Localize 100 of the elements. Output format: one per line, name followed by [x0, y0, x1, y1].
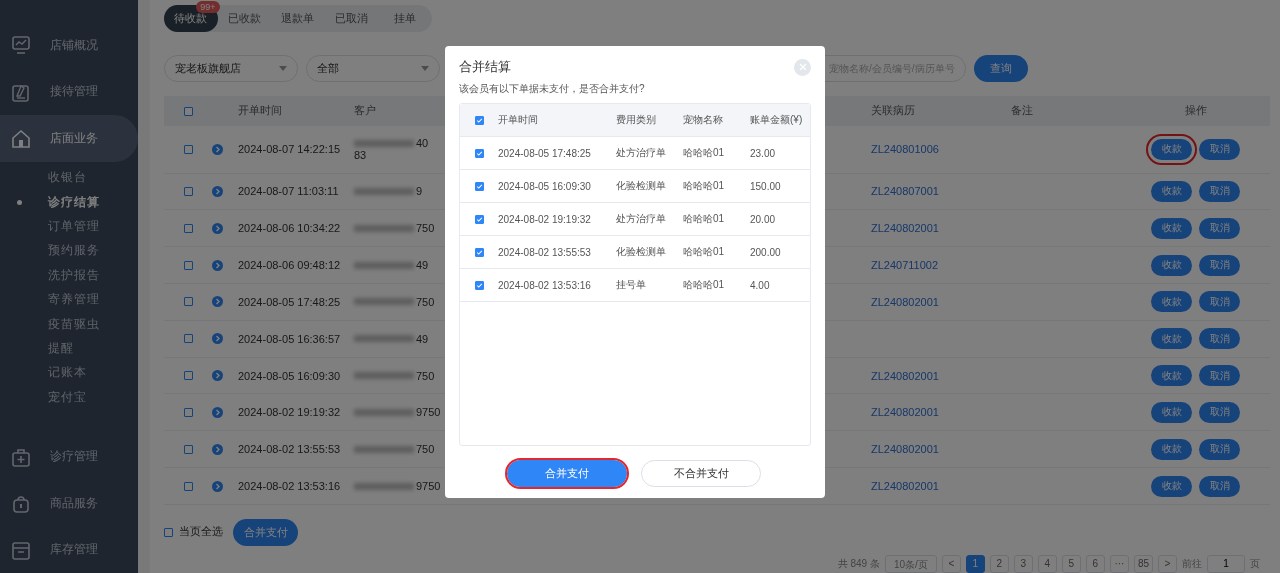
submenu-item[interactable]: 寄养管理 [0, 287, 138, 312]
cancel-button[interactable]: 取消 [1199, 328, 1240, 350]
page-button[interactable]: 85 [1133, 554, 1153, 573]
checkbox[interactable] [184, 186, 193, 196]
submenu-item[interactable]: 宠付宝 [0, 385, 138, 410]
cancel-button[interactable]: 取消 [1199, 401, 1240, 423]
expand-icon[interactable] [212, 296, 223, 308]
checkbox[interactable] [184, 260, 193, 270]
checkbox[interactable] [164, 527, 173, 537]
sidebar-item[interactable]: 店铺概况 [0, 22, 138, 69]
merge-pay-button[interactable]: 合并支付 [507, 460, 627, 487]
collect-button[interactable]: 收款 [1151, 401, 1192, 423]
submenu-item[interactable]: 收银台 [0, 165, 138, 190]
previous-page-button[interactable]: < [941, 554, 961, 573]
next-page-button[interactable]: > [1158, 554, 1177, 573]
submenu-item[interactable]: 记账本 [0, 360, 138, 386]
tab[interactable]: 已收款 [217, 5, 272, 32]
record-link[interactable]: ZL240802001 [871, 222, 939, 235]
collect-button[interactable]: 收款 [1151, 254, 1192, 276]
checkbox[interactable] [184, 106, 193, 116]
submenu-item[interactable]: 疫苗驱虫 [0, 311, 138, 337]
page-button[interactable]: 3 [1013, 554, 1033, 573]
checkbox[interactable] [474, 148, 484, 158]
checkbox[interactable] [474, 115, 484, 125]
checkbox[interactable] [474, 214, 484, 224]
page-button[interactable]: 1 [965, 554, 985, 573]
checkbox[interactable] [184, 144, 193, 154]
checkbox[interactable] [184, 444, 193, 454]
expand-icon[interactable] [212, 333, 223, 345]
tab[interactable]: 挂单 [378, 5, 432, 32]
table-cell: 49 [416, 332, 429, 345]
cancel-button[interactable]: 取消 [1199, 138, 1240, 160]
submenu-item[interactable]: 订单管理 [0, 214, 138, 239]
expand-icon[interactable] [212, 370, 223, 382]
expand-icon[interactable] [212, 480, 223, 492]
record-link[interactable]: ZL240802001 [871, 480, 939, 493]
cancel-button[interactable]: 取消 [1199, 291, 1240, 313]
table-cell: 2024-08-06 10:34:22 [238, 222, 341, 235]
sidebar-item[interactable]: 店面业务 [0, 115, 138, 162]
checkbox[interactable] [184, 481, 193, 491]
cancel-button[interactable]: 取消 [1199, 365, 1240, 387]
submenu-item[interactable]: 预约服务 [0, 238, 138, 264]
page-button[interactable]: 6 [1085, 554, 1105, 573]
cancel-button[interactable]: 取消 [1199, 475, 1240, 497]
record-link[interactable]: ZL240807001 [871, 185, 939, 198]
expand-icon[interactable] [212, 222, 223, 234]
table-cell: 2024-08-05 16:36:57 [238, 332, 341, 345]
record-link[interactable]: ZL240802001 [871, 369, 939, 382]
sidebar-item[interactable]: 库存管理 [0, 526, 138, 573]
collect-button[interactable]: 收款 [1151, 217, 1192, 239]
no-merge-button[interactable]: 不合并支付 [641, 460, 761, 487]
collect-button[interactable]: 收款 [1151, 438, 1192, 460]
checkbox[interactable] [474, 280, 484, 290]
count-badge: 99+ [196, 1, 220, 13]
page-button[interactable]: 4 [1037, 554, 1057, 573]
table-cell: 2024-08-02 13:55:53 [498, 246, 591, 258]
cancel-button[interactable]: 取消 [1199, 217, 1240, 239]
collect-button[interactable]: 收款 [1151, 475, 1192, 497]
page-button[interactable]: ··· [1109, 554, 1129, 573]
collect-button[interactable]: 收款 [1151, 328, 1192, 350]
submenu-item[interactable]: 洗护报告 [0, 263, 138, 288]
collect-button[interactable]: 收款 [1151, 365, 1192, 387]
expand-icon[interactable] [212, 259, 223, 271]
sidebar-item[interactable]: 诊疗管理 [0, 433, 138, 480]
submenu-item[interactable]: 诊疗结算 [0, 189, 138, 215]
cancel-button[interactable]: 取消 [1199, 180, 1240, 202]
record-link[interactable]: ZL240801006 [871, 143, 939, 156]
cancel-button[interactable]: 取消 [1199, 254, 1240, 276]
checkbox[interactable] [474, 181, 484, 191]
checkbox[interactable] [474, 247, 484, 257]
record-link[interactable]: ZL240802001 [871, 443, 939, 456]
record-link[interactable]: ZL240802001 [871, 406, 939, 419]
page-button[interactable]: 2 [989, 554, 1009, 573]
record-link[interactable]: ZL240711002 [871, 259, 939, 272]
merge-pay-button[interactable]: 合并支付 [233, 518, 298, 546]
table-cell: 2024-08-02 13:53:16 [238, 480, 341, 493]
tab[interactable]: 退款单 [271, 5, 325, 32]
expand-icon[interactable] [212, 143, 223, 155]
expand-icon[interactable] [212, 406, 223, 418]
collect-button[interactable]: 收款 [1151, 291, 1192, 313]
checkbox[interactable] [184, 371, 193, 381]
cancel-button[interactable]: 取消 [1199, 438, 1240, 460]
checkbox[interactable] [184, 297, 193, 307]
expand-icon[interactable] [212, 185, 223, 197]
record-link[interactable]: ZL240802001 [871, 295, 939, 308]
expand-icon[interactable] [212, 443, 223, 455]
checkbox[interactable] [184, 223, 193, 233]
table-cell: 哈哈哈01 [683, 147, 725, 158]
query-button[interactable]: 查询 [974, 55, 1028, 82]
redaction-mark [354, 445, 414, 453]
page-button[interactable]: 5 [1061, 554, 1081, 573]
sidebar-item[interactable]: 接待管理 [0, 68, 138, 116]
collect-button[interactable]: 收款 [1151, 180, 1192, 202]
submenu-item[interactable]: 提醒 [0, 336, 138, 361]
checkbox[interactable] [184, 334, 193, 344]
checkbox[interactable] [184, 407, 193, 417]
page-input[interactable]: 1 [1207, 554, 1245, 573]
table-cell: 750 [416, 295, 435, 308]
tab[interactable]: 已取消 [324, 5, 379, 32]
sidebar-item[interactable]: 商品服务 [0, 479, 138, 527]
